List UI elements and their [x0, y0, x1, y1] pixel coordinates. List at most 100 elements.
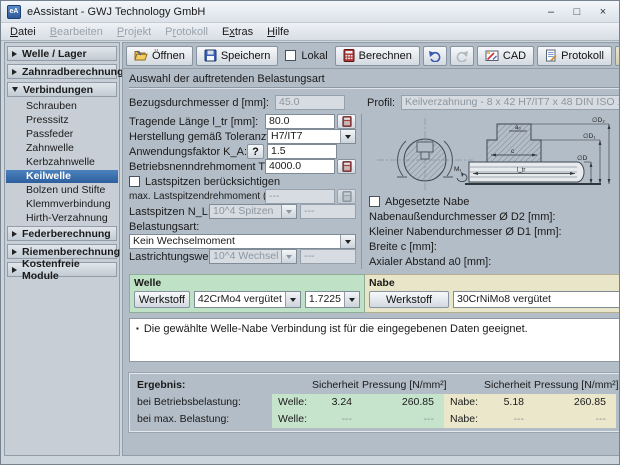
load-type-dropdown[interactable]: Kein Wechselmoment	[129, 234, 356, 249]
chevron-right-icon	[12, 249, 17, 255]
results-col-safety-shaft: Sicherheit	[312, 377, 362, 394]
max-peak-torque-row: max. Lastspitzendrehmoment (T_max) [Nm]:…	[129, 189, 356, 204]
load-direction-unit-dropdown[interactable]: 10^4 Wechsel	[209, 249, 297, 264]
hub-outer-diameter-row: Nabenaußendurchmesser Ø D2 [mm]: 100.0	[369, 209, 620, 224]
results-shaft-pressure: 260.85	[362, 394, 444, 411]
chevron-right-icon	[12, 231, 17, 237]
protocol-button[interactable]: Protokoll	[537, 46, 612, 66]
stepped-hub-checkbox[interactable]	[369, 196, 380, 207]
menu-hilfe[interactable]: Hilfe	[260, 23, 296, 40]
sidebar-item-presssitz[interactable]: Presssitz	[6, 114, 118, 127]
shaft-material-value: 42CrMo4 vergütet	[195, 293, 285, 306]
application-factor-label: Anwendungsfaktor K_A:	[129, 146, 247, 158]
materials-section: Welle Werkstoff 42CrMo4 vergütet 1.7225	[129, 274, 620, 313]
application-factor-help-button[interactable]: ?	[247, 144, 264, 159]
sidebar-header-federberechnung[interactable]: Federberechnung	[7, 226, 117, 241]
shaft-panel-title: Welle	[134, 277, 360, 289]
sidebar: Welle / Lager Zahnradberechnung Verbindu…	[4, 42, 120, 456]
load-direction-field[interactable]: ---	[300, 249, 356, 264]
left-form-column: Tragende Länge l_tr [mm]: 80.0 Herstellu…	[129, 114, 362, 269]
tolerance-value: H7/IT7	[268, 130, 340, 143]
results-hub-safety: 5.18	[484, 394, 534, 411]
calculator-icon	[343, 49, 355, 62]
calculate-button[interactable]: Berechnen	[335, 46, 420, 66]
menu-datei[interactable]: Datei	[3, 23, 43, 40]
minimize-icon[interactable]: –	[545, 6, 557, 18]
axial-distance-label: Axialer Abstand a0 [mm]:	[369, 256, 620, 268]
load-peaks-label: Lastspitzen berücksichtigen	[145, 176, 280, 188]
redo-button[interactable]	[450, 46, 474, 66]
shaft-material-button[interactable]: Werkstoff	[134, 291, 190, 308]
maximize-icon[interactable]: □	[571, 6, 583, 18]
profile-field[interactable]: Keilverzahnung - 8 x 42 H7/IT7 x 48 DIN …	[401, 95, 620, 110]
results-hub-label: Nabe:	[444, 394, 484, 411]
sidebar-item-passfeder[interactable]: Passfeder	[6, 128, 118, 141]
undo-icon	[428, 50, 442, 62]
load-direction-unit-value: 10^4 Wechsel	[210, 250, 281, 263]
svg-text:a₀: a₀	[515, 125, 521, 131]
settings-button[interactable]: Einstellungen	[615, 46, 620, 66]
technical-drawing: a₀ c l_tr M₁	[369, 114, 617, 192]
sidebar-item-kerbzahnwelle[interactable]: Kerbzahnwelle	[6, 156, 118, 169]
open-button[interactable]: Öffnen	[126, 46, 193, 66]
close-icon[interactable]: ×	[597, 6, 609, 18]
calculator-icon	[342, 161, 352, 172]
application-factor-field[interactable]: 1.5	[267, 144, 337, 159]
title-bar: eA eAssistant - GWJ Technology GmbH – □ …	[1, 1, 619, 23]
open-folder-icon	[134, 49, 148, 62]
nominal-torque-calc-button[interactable]	[337, 159, 356, 174]
menu-projekt[interactable]: Projekt	[110, 23, 158, 40]
tolerance-dropdown[interactable]: H7/IT7	[267, 129, 356, 144]
sidebar-header-label: Zahnradberechnung	[22, 66, 124, 78]
menu-protokoll[interactable]: Protokoll	[158, 23, 215, 40]
sidebar-item-keilwelle[interactable]: Keilwelle	[6, 170, 118, 183]
sidebar-header-verbindungen[interactable]: Verbindungen	[7, 82, 117, 97]
load-peaks-unit-dropdown[interactable]: 10^4 Spitzen	[209, 204, 297, 219]
hub-outer-diameter-label: Nabenaußendurchmesser Ø D2 [mm]:	[369, 211, 620, 223]
chevron-down-icon	[340, 235, 355, 248]
chevron-down-icon	[340, 130, 355, 143]
right-form-column: a₀ c l_tr M₁	[362, 114, 620, 269]
lokal-checkbox[interactable]	[285, 50, 296, 61]
save-button[interactable]: Speichern	[196, 46, 279, 66]
load-peaks-count-field[interactable]: ---	[300, 204, 356, 219]
sidebar-header-label: Verbindungen	[23, 84, 93, 96]
sidebar-item-klemmverbindung[interactable]: Klemmverbindung	[6, 198, 118, 211]
sidebar-item-hirth-verzahnung[interactable]: Hirth-Verzahnung	[6, 212, 118, 225]
nominal-torque-field[interactable]: 4000.0	[265, 159, 335, 174]
save-floppy-icon	[204, 49, 217, 62]
bearing-length-calc-button[interactable]	[337, 114, 356, 129]
max-peak-torque-label: max. Lastspitzendrehmoment (T_max) [Nm]:	[129, 191, 265, 202]
reference-diameter-row: Bezugsdurchmesser d [mm]: 45.0 Profil: K…	[129, 95, 620, 110]
sidebar-header-welle-lager[interactable]: Welle / Lager	[7, 46, 117, 61]
hub-material-value: 30CrNiMo8 vergütet	[454, 293, 620, 306]
section-divider	[129, 87, 620, 89]
load-peaks-unit-value: 10^4 Spitzen	[210, 205, 281, 218]
undo-button[interactable]	[423, 46, 447, 66]
sidebar-header-zahnradberechnung[interactable]: Zahnradberechnung	[7, 64, 117, 79]
hub-material-panel: Nabe Werkstoff 30CrNiMo8 vergütet 1.6580	[365, 274, 620, 313]
load-peaks-checkbox[interactable]	[129, 176, 140, 187]
svg-text:M₁: M₁	[454, 166, 462, 173]
cad-button[interactable]: CAD	[477, 46, 534, 66]
width-row: Breite c [mm]: 80.0	[369, 239, 620, 254]
shaft-material-dropdown[interactable]: 42CrMo4 vergütet	[194, 291, 301, 308]
hub-material-button[interactable]: Werkstoff	[369, 291, 449, 308]
stepped-hub-label: Abgesetzte Nabe	[385, 196, 469, 208]
max-peak-torque-calc-button[interactable]	[337, 189, 356, 204]
sidebar-header-kostenfreie-module[interactable]: Kostenfreie Module	[7, 262, 117, 277]
reference-diameter-field[interactable]: 45.0	[275, 95, 345, 110]
menu-bearbeiten[interactable]: Bearbeiten	[43, 23, 110, 40]
nominal-torque-label: Betriebsnenndrehmoment Tnenn [Nm]:	[129, 161, 265, 173]
hub-material-dropdown[interactable]: 30CrNiMo8 vergütet	[453, 291, 620, 308]
results-box: Ergebnis: Sicherheit Pressung [N/mm²] Si…	[129, 373, 620, 432]
sidebar-item-schrauben[interactable]: Schrauben	[6, 100, 118, 113]
bearing-length-field[interactable]: 80.0	[265, 114, 335, 129]
menu-extras[interactable]: Extras	[215, 23, 260, 40]
profile-label: Profil:	[367, 97, 401, 109]
sidebar-item-zahnwelle[interactable]: Zahnwelle	[6, 142, 118, 155]
shaft-material-number-dropdown[interactable]: 1.7225	[305, 291, 360, 308]
chevron-down-icon	[281, 205, 296, 218]
sidebar-item-bolzen-und-stifte[interactable]: Bolzen und Stifte	[6, 184, 118, 197]
max-peak-torque-field[interactable]: ---	[265, 189, 335, 204]
